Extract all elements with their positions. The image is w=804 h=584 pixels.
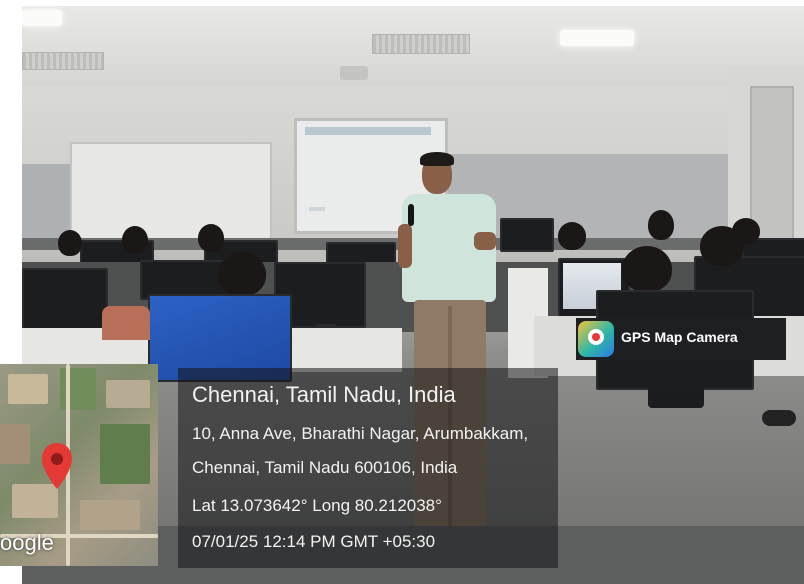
gps-map-camera-label: GPS Map Camera: [621, 329, 738, 345]
monitor: [500, 218, 554, 252]
monitor-stand: [648, 386, 704, 408]
gps-map-camera-icon: [578, 321, 614, 357]
student-head: [700, 226, 744, 266]
projector: [340, 66, 368, 80]
ceiling-light: [22, 10, 62, 26]
coordinates-line: Lat 13.073642° Long 80.212038°: [192, 496, 442, 515]
student-head: [558, 222, 586, 250]
student-head: [218, 252, 266, 296]
student-head: [58, 230, 82, 256]
photo-frame: oogle Chennai, Tamil Nadu, India 10, Ann…: [0, 0, 804, 584]
student-head: [622, 246, 672, 292]
map-thumbnail: oogle: [0, 364, 158, 566]
student-head: [198, 224, 224, 252]
map-brand-label: oogle: [0, 530, 54, 555]
student-head: [648, 210, 674, 240]
student-head: [122, 226, 148, 254]
city-line: Chennai, Tamil Nadu, India: [192, 382, 456, 407]
location-caption-panel: Chennai, Tamil Nadu, India 10, Anna Ave,…: [178, 368, 558, 568]
timestamp-line: 07/01/25 12:14 PM GMT +05:30: [192, 532, 436, 551]
map-pin-icon: [42, 443, 72, 489]
mouse: [762, 410, 796, 426]
gps-map-camera-badge: GPS Map Camera: [576, 318, 786, 360]
whiteboard: [70, 142, 272, 244]
microphone: [408, 204, 414, 226]
ceiling-light: [560, 30, 634, 46]
address-line-2: Chennai, Tamil Nadu 600106, India: [192, 458, 458, 477]
ceiling-vent: [372, 34, 470, 54]
student: [102, 306, 150, 340]
address-line-1: 10, Anna Ave, Bharathi Nagar, Arumbakkam…: [192, 424, 529, 443]
ceiling-vent: [22, 52, 104, 70]
